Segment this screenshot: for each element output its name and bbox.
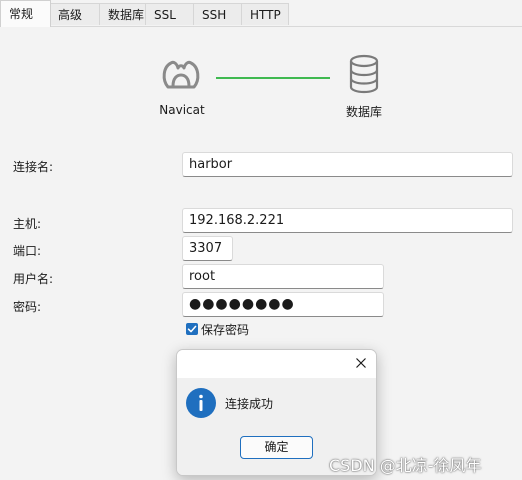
username-input[interactable]: root [182, 264, 384, 289]
tab-bar: 高级 数据库 SSL SSH HTTP 常规 [0, 0, 522, 27]
host-label: 主机: [13, 217, 42, 231]
host-input[interactable]: 192.168.2.221 [182, 208, 513, 233]
tab-advanced[interactable]: 高级 [49, 3, 101, 25]
dialog-message: 连接成功 [225, 397, 274, 411]
info-icon [186, 388, 216, 418]
connection-line [216, 77, 330, 79]
navicat-label: Navicat [159, 103, 205, 117]
dialog-titlebar [177, 350, 376, 378]
save-password-label: 保存密码 [201, 323, 250, 337]
tab-general[interactable]: 常规 [0, 0, 51, 27]
tab-database[interactable]: 数据库 [99, 3, 147, 25]
database-label: 数据库 [345, 105, 382, 119]
database-icon [348, 54, 380, 97]
connection-name-label: 连接名: [13, 160, 54, 174]
port-label: 端口: [13, 244, 42, 258]
username-label: 用户名: [13, 272, 54, 286]
watermark: CSDN @北凉-徐凤年 [329, 456, 482, 475]
navicat-logo-icon [160, 54, 202, 99]
password-label: 密码: [13, 300, 42, 314]
close-icon[interactable] [354, 356, 368, 370]
tab-ssl[interactable]: SSL [145, 3, 195, 25]
checkmark-icon [187, 325, 197, 333]
connection-name-input[interactable]: harbor [182, 152, 513, 177]
tab-ssh[interactable]: SSH [193, 3, 243, 25]
password-input[interactable]: ●●●●●●●● [182, 292, 384, 317]
tab-http[interactable]: HTTP [241, 3, 289, 25]
port-input[interactable]: 3307 [182, 236, 233, 261]
ok-button[interactable]: 确定 [240, 436, 313, 459]
save-password-checkbox[interactable] [186, 323, 198, 335]
